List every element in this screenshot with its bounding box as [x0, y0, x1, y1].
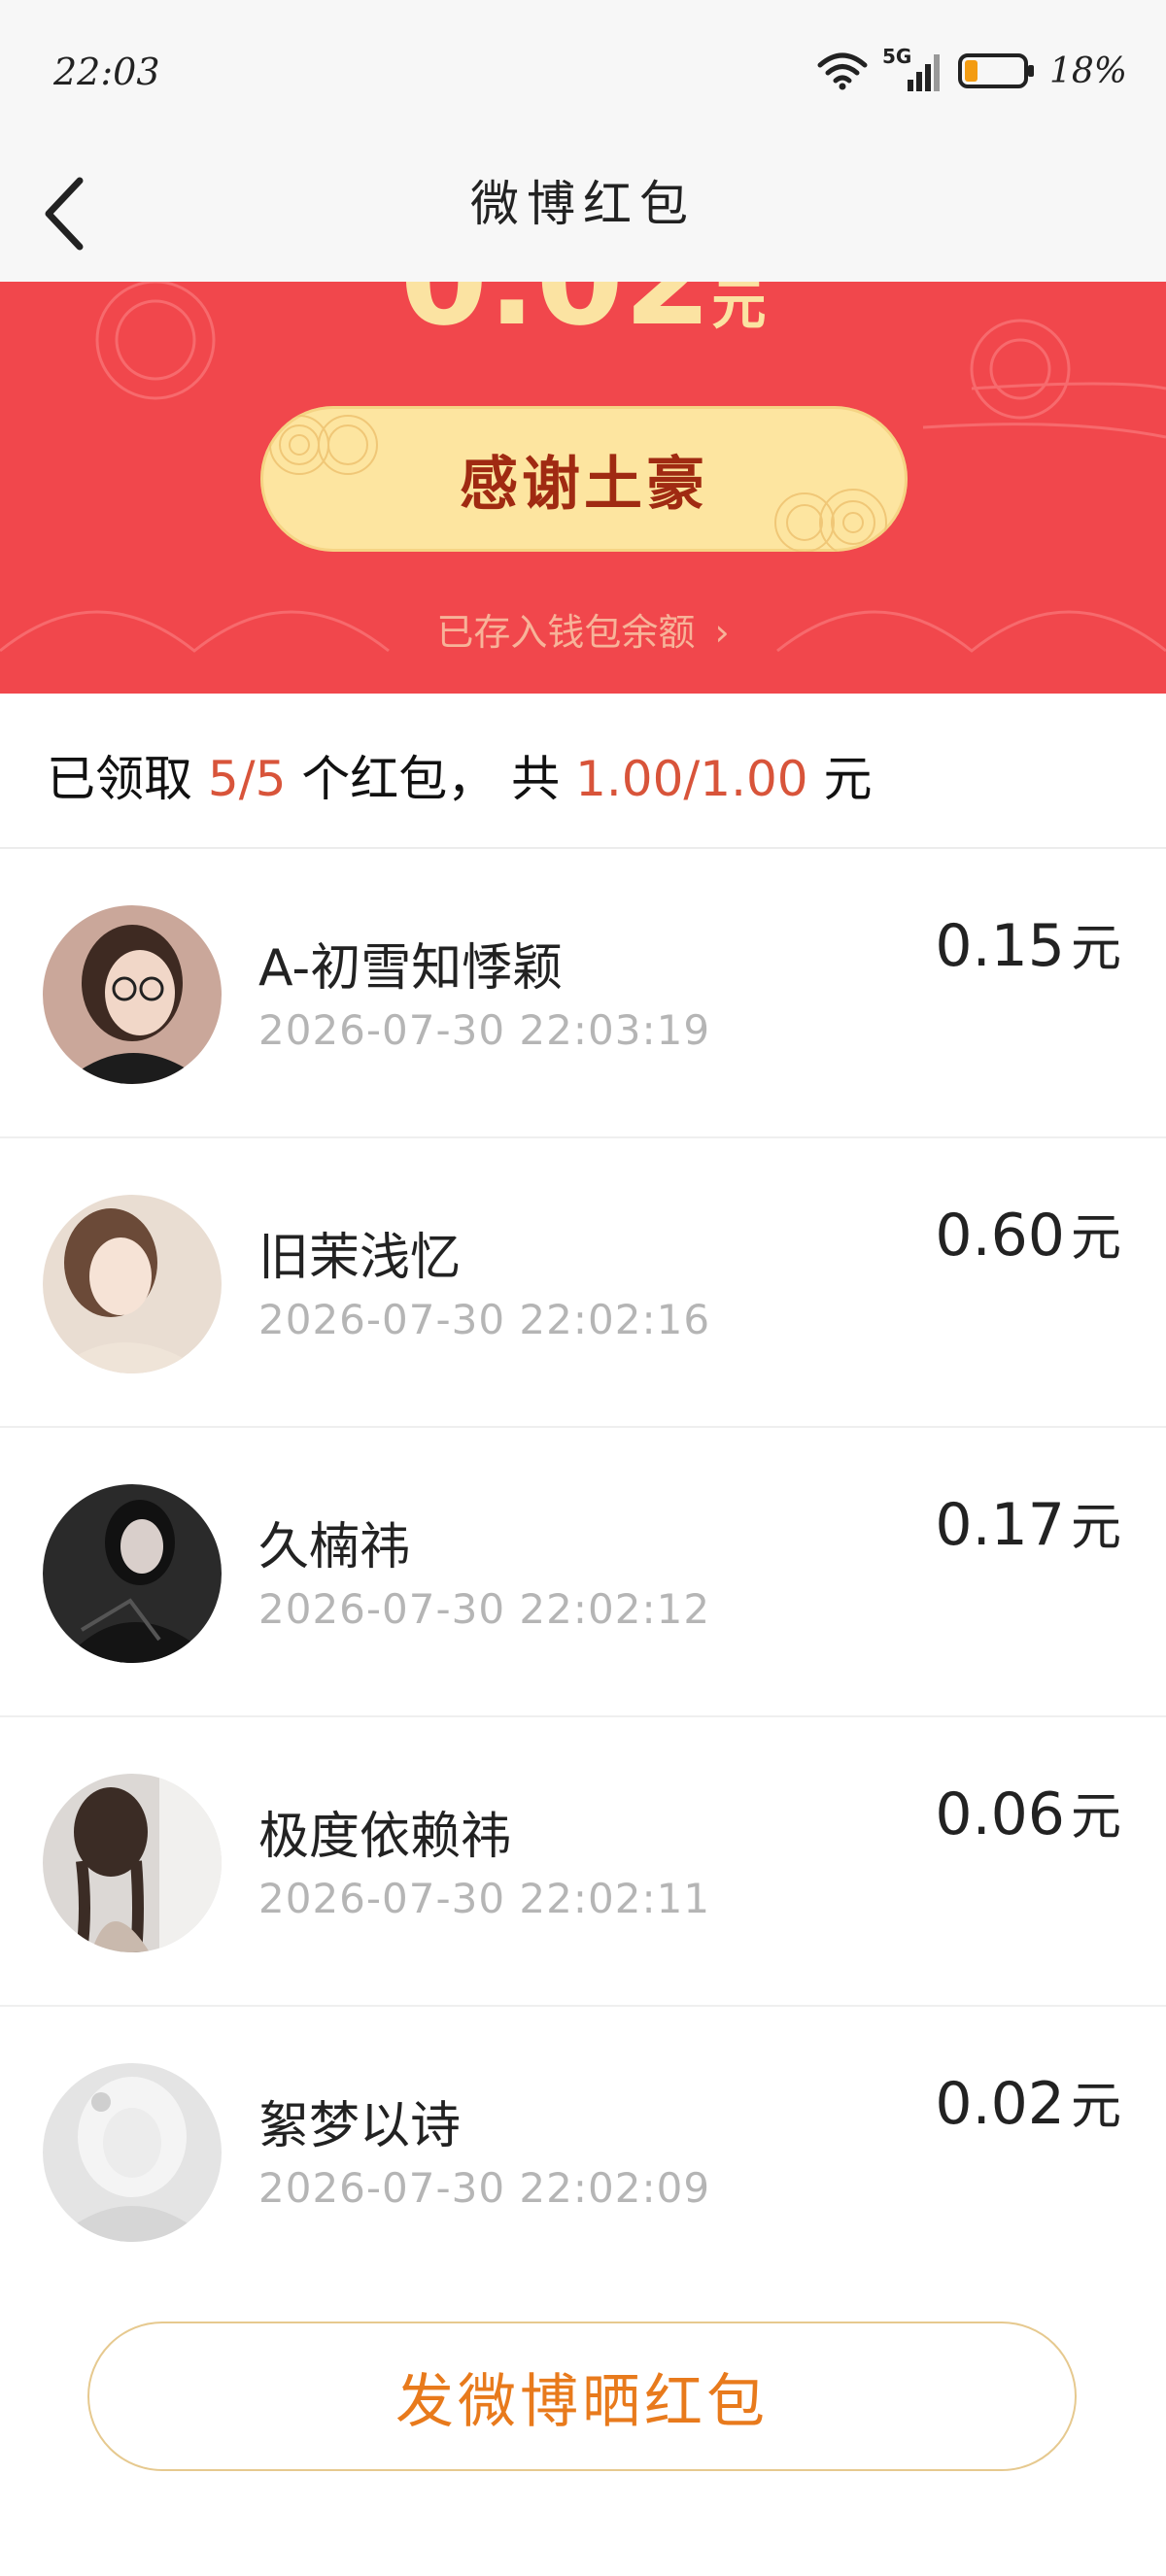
page-title: 微博红包	[470, 176, 696, 232]
recipient-name: A-初雪知悸颖	[258, 939, 564, 998]
claim-amount: 0.06 元	[935, 1776, 1121, 1848]
avatar	[43, 1774, 222, 1952]
battery-percent: 18%	[1048, 51, 1127, 91]
summary-text: 已领取 5/5 个红包， 共 1.00/1.00 元	[47, 740, 873, 810]
summary-suffix: 元	[823, 751, 873, 807]
amount-value: 0.06	[935, 1780, 1065, 1848]
claim-amount: 0.02 元	[935, 2065, 1121, 2138]
amount-unit: 元	[1070, 1209, 1121, 1268]
list-item[interactable]: 极度依赖祎 2026-07-30 22:02:11 0.06 元	[0, 1717, 1166, 2007]
summary-prefix: 已领取	[47, 751, 192, 807]
share-to-weibo-button[interactable]: 发微博晒红包	[87, 2322, 1077, 2471]
avatar	[43, 2063, 222, 2242]
avatar	[43, 1484, 222, 1663]
amount-unit: 元	[1070, 920, 1121, 978]
claim-amount: 0.15 元	[935, 907, 1121, 980]
wifi-icon	[817, 52, 868, 90]
thanks-button[interactable]: 感谢土豪	[260, 406, 908, 552]
battery-icon	[957, 53, 1034, 88]
status-time: 22:03	[53, 51, 160, 93]
recipient-name: 极度依赖祎	[258, 1808, 512, 1866]
list-item[interactable]: A-初雪知悸颖 2026-07-30 22:03:19 0.15 元	[0, 849, 1166, 1138]
claim-amount: 0.17 元	[935, 1486, 1121, 1559]
recipient-name: 旧茉浅忆	[258, 1229, 462, 1287]
amount-unit: 元	[1070, 2078, 1121, 2136]
list-item[interactable]: 久楠祎 2026-07-30 22:02:12 0.17 元	[0, 1428, 1166, 1717]
amount-value: 0.15	[935, 912, 1065, 980]
list-item[interactable]: 絮梦以诗 2026-07-30 22:02:09 0.02 元	[0, 2007, 1166, 2294]
amount-value: 0.02	[400, 282, 712, 354]
cellular-signal-icon: 5G	[882, 45, 944, 93]
wallet-balance-link[interactable]: 已存入钱包余额 ›	[0, 602, 1166, 656]
claim-amount: 0.60 元	[935, 1197, 1121, 1270]
amount-unit: 元	[711, 282, 767, 337]
amount-value: 0.60	[935, 1202, 1065, 1270]
amount-unit: 元	[1070, 1499, 1121, 1557]
recipient-name: 絮梦以诗	[258, 2097, 462, 2155]
wallet-link-label: 已存入钱包余额	[436, 611, 696, 654]
claimed-total: 1.00/1.00	[575, 751, 808, 807]
recipient-name: 久楠祎	[258, 1518, 411, 1576]
status-bar: 22:03 5G 18%	[0, 0, 1166, 146]
status-icons: 5G 18%	[816, 45, 1127, 95]
claim-time: 2026-07-30 22:03:19	[258, 1006, 711, 1054]
amount-value: 0.02	[935, 2070, 1065, 2138]
claim-time: 2026-07-30 22:02:16	[258, 1296, 711, 1343]
received-amount: 0.02元	[0, 282, 1166, 354]
thanks-button-label: 感谢土豪	[460, 450, 708, 519]
list-item[interactable]: 旧茉浅忆 2026-07-30 22:02:16 0.60 元	[0, 1138, 1166, 1428]
avatar	[43, 905, 222, 1084]
share-button-label: 发微博晒红包	[395, 2367, 769, 2436]
red-packet-banner: 0.02元 感谢土豪 已存入钱包余额 ›	[0, 282, 1166, 694]
claim-summary: 已领取 5/5 个红包， 共 1.00/1.00 元	[0, 694, 1166, 849]
summary-middle: 个红包， 共	[301, 751, 561, 807]
chevron-right-icon: ›	[714, 611, 730, 654]
claimed-count: 5/5	[207, 751, 287, 807]
amount-value: 0.17	[935, 1491, 1065, 1559]
claim-time: 2026-07-30 22:02:09	[258, 2164, 711, 2212]
claim-time: 2026-07-30 22:02:11	[258, 1875, 711, 1922]
avatar	[43, 1195, 222, 1373]
recipient-list: A-初雪知悸颖 2026-07-30 22:03:19 0.15 元 旧茉浅忆 2…	[0, 849, 1166, 2294]
claim-time: 2026-07-30 22:02:12	[258, 1585, 711, 1633]
nav-bar: 微博红包	[0, 146, 1166, 282]
amount-unit: 元	[1070, 1788, 1121, 1847]
